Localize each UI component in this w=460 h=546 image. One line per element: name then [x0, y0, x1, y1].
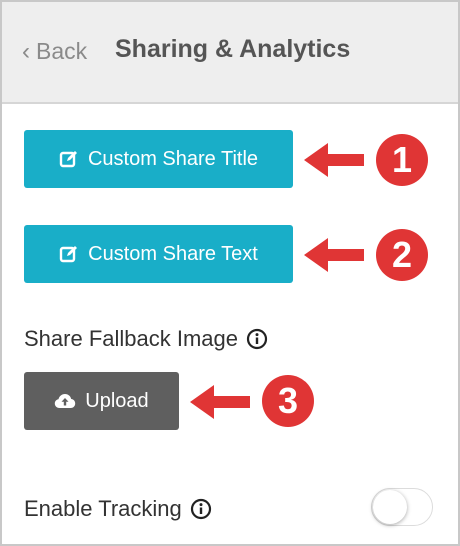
cloud-upload-icon	[54, 393, 76, 409]
arrow-left-icon	[304, 143, 364, 177]
share-fallback-image-label: Share Fallback Image	[24, 326, 268, 352]
header-bar: ‹ Back Sharing & Analytics	[2, 2, 458, 104]
arrow-left-icon	[190, 385, 250, 419]
annotation-badge-2: 2	[376, 229, 428, 281]
enable-tracking-toggle[interactable]	[371, 488, 433, 526]
annotation-badge-3: 3	[262, 375, 314, 427]
toggle-knob	[373, 490, 407, 524]
sharing-analytics-panel: ‹ Back Sharing & Analytics Custom Share …	[0, 0, 460, 546]
back-label: Back	[36, 38, 88, 64]
custom-share-text-button[interactable]: Custom Share Text	[24, 225, 293, 283]
chevron-left-icon: ‹	[22, 37, 30, 65]
enable-tracking-text: Enable Tracking	[24, 496, 182, 521]
back-button[interactable]: ‹ Back	[22, 38, 87, 65]
info-icon[interactable]	[190, 498, 212, 520]
custom-share-title-button[interactable]: Custom Share Title	[24, 130, 293, 188]
enable-tracking-label: Enable Tracking	[24, 496, 212, 522]
edit-icon	[59, 149, 79, 169]
share-fallback-image-text: Share Fallback Image	[24, 326, 238, 351]
annotation-badge-1: 1	[376, 134, 428, 186]
edit-icon	[59, 244, 79, 264]
info-icon[interactable]	[246, 328, 268, 350]
page-title: Sharing & Analytics	[115, 35, 351, 63]
custom-share-title-label: Custom Share Title	[87, 147, 259, 170]
upload-button[interactable]: Upload	[24, 372, 179, 430]
arrow-left-icon	[304, 238, 364, 272]
upload-label: Upload	[85, 389, 149, 412]
custom-share-text-label: Custom Share Text	[88, 242, 258, 265]
